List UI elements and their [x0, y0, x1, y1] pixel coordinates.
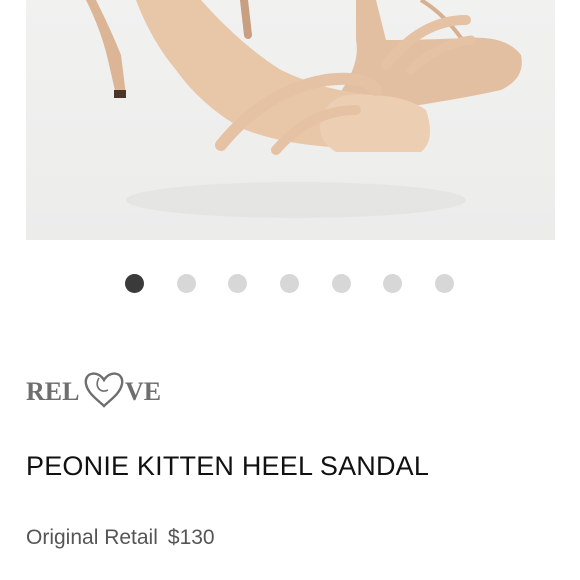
relove-logo-icon: REL VE	[26, 372, 161, 408]
gallery-dot-3[interactable]	[228, 274, 247, 293]
retail-price: $130	[167, 526, 215, 549]
gallery-dot-4[interactable]	[280, 274, 299, 293]
gallery-dot-1[interactable]	[125, 274, 144, 293]
sandal-illustration	[86, 0, 522, 218]
gallery-dot-5[interactable]	[332, 274, 351, 293]
gallery-pagination	[0, 274, 580, 294]
gallery-dot-7[interactable]	[435, 274, 454, 293]
product-image[interactable]	[26, 0, 555, 240]
gallery-dot-2[interactable]	[177, 274, 196, 293]
svg-text:REL: REL	[26, 377, 79, 406]
svg-text:VE: VE	[125, 377, 161, 406]
product-title: PEONIE KITTEN HEEL SANDAL	[26, 451, 430, 481]
original-retail: Original Retail $130	[26, 526, 215, 550]
gallery-dot-6[interactable]	[383, 274, 402, 293]
retail-label: Original Retail	[26, 526, 158, 549]
brand-logo[interactable]: REL VE	[26, 364, 176, 408]
